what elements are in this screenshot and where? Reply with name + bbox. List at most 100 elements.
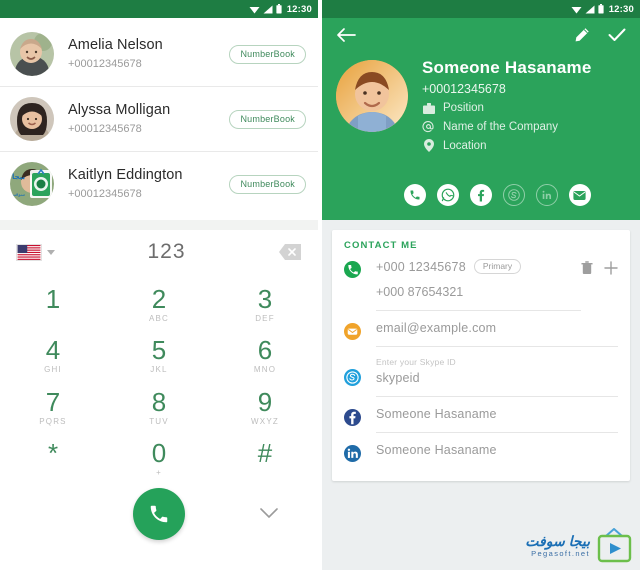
phone-field-actions	[581, 259, 618, 275]
key-1[interactable]: 1	[0, 278, 106, 330]
battery-icon	[276, 4, 282, 14]
field-facebook: Someone Hasaname	[344, 407, 618, 433]
call-icon	[150, 505, 168, 523]
field-linkedin: Someone Hasaname	[344, 443, 618, 467]
whatsapp-icon	[441, 188, 454, 202]
signal-icon	[585, 5, 595, 13]
phone-value-primary[interactable]: +000 12345678	[376, 260, 466, 274]
dial-input[interactable]: 123	[55, 240, 278, 264]
dial-keypad: 1 2 ABC 3 DEF 4 GHI 5 JKL 6 MNO 7 PQRS 8 TUV 9W…	[0, 274, 318, 484]
meta-location: Location	[422, 139, 592, 152]
status-time-left: 12:30	[286, 3, 312, 15]
numberbook-badge[interactable]: NumberBook	[229, 44, 306, 64]
field-email: email@example.com	[344, 321, 618, 347]
key-7[interactable]: 7 PQRS	[0, 381, 106, 433]
card-title: CONTACT ME	[344, 240, 418, 251]
key-digit: *	[47, 438, 59, 469]
skype-value[interactable]: skypeid	[376, 371, 618, 385]
key-letters: MNO	[253, 365, 277, 375]
avatar-watermark-overlay: بيجا سوفت	[10, 162, 54, 206]
status-badge: Primary	[473, 259, 522, 274]
numberbook-badge[interactable]: NumberBook	[229, 174, 306, 194]
skype-icon	[344, 369, 361, 386]
field-underline	[376, 432, 618, 433]
key-digit: 5	[151, 335, 167, 366]
social-whatsapp-button[interactable]	[436, 184, 459, 206]
contact-list: Amelia Nelson +00012345678 NumberBook Al…	[0, 18, 318, 220]
key-9[interactable]: 9 WXYZ	[212, 381, 318, 433]
us-flag-icon	[16, 243, 42, 261]
phone-icon	[344, 261, 361, 278]
email-value[interactable]: email@example.com	[376, 321, 618, 335]
key-6[interactable]: 6 MNO	[212, 330, 318, 382]
svg-text:بيجا: بيجا	[12, 173, 26, 181]
contact-card-area: CONTACT ME +000 12345678 Primary +000 87…	[322, 220, 640, 570]
linkedin-field-icon-wrap	[344, 443, 366, 467]
facebook-field-icon-wrap	[344, 407, 366, 431]
field-underline	[376, 310, 581, 311]
key-hash[interactable]: #	[212, 433, 318, 485]
trash-icon[interactable]	[581, 261, 593, 275]
meta-position-label: Position	[443, 102, 484, 114]
key-letters: +	[156, 468, 162, 478]
facebook-value[interactable]: Someone Hasaname	[376, 407, 618, 421]
social-links-row	[322, 184, 640, 206]
key-star[interactable]: *	[0, 433, 106, 485]
list-item[interactable]: بيجا سوفت Kaitlyn Eddington +00012345678…	[0, 152, 318, 216]
contact-name: Amelia Nelson	[68, 37, 163, 53]
field-phone: +000 12345678 Primary +000 87654321	[344, 259, 618, 311]
social-facebook-button[interactable]	[469, 184, 492, 206]
social-linkedin-button[interactable]	[535, 184, 558, 206]
contact-number: +00012345678	[68, 188, 142, 200]
page-title: Someone Hasaname	[422, 58, 592, 77]
contact-name: Alyssa Molligan	[68, 102, 171, 118]
briefcase-icon	[422, 102, 435, 114]
key-digit: 9	[257, 386, 273, 417]
contact-me-card: CONTACT ME +000 12345678 Primary +000 87…	[332, 230, 630, 481]
at-icon	[422, 120, 435, 133]
backspace-icon[interactable]	[278, 243, 302, 261]
key-8[interactable]: 8 TUV	[106, 381, 212, 433]
arrow-back-icon[interactable]	[336, 27, 356, 43]
collapse-keypad-button[interactable]	[260, 508, 278, 519]
profile-phone: +00012345678	[422, 82, 506, 96]
phone-value-secondary[interactable]: +000 87654321	[376, 285, 581, 299]
linkedin-value[interactable]: Someone Hasaname	[376, 443, 618, 457]
meta-company-label: Name of the Company	[443, 120, 559, 133]
social-phone-button[interactable]	[403, 184, 426, 206]
key-digit: 6	[257, 335, 273, 366]
avatar[interactable]	[336, 60, 408, 132]
key-4[interactable]: 4 GHI	[0, 330, 106, 382]
key-letters: PQRS	[39, 416, 67, 426]
avatar	[10, 32, 54, 76]
key-letters: JKL	[150, 365, 168, 375]
phone-field-icon-wrap	[344, 259, 366, 283]
key-digit: 3	[257, 283, 273, 314]
key-2[interactable]: 2 ABC	[106, 278, 212, 330]
call-button[interactable]	[133, 488, 185, 540]
tv-play-icon	[597, 528, 632, 563]
key-5[interactable]: 5 JKL	[106, 330, 212, 382]
key-0[interactable]: 0 +	[106, 433, 212, 485]
pencil-icon[interactable]	[574, 27, 590, 43]
dial-display: 123	[0, 230, 318, 274]
dialer-action-bar	[0, 484, 318, 570]
plus-icon[interactable]	[604, 261, 618, 275]
social-skype-button[interactable]	[502, 184, 525, 206]
list-item[interactable]: Alyssa Molligan +00012345678 NumberBook	[0, 87, 318, 151]
list-item[interactable]: Amelia Nelson +00012345678 NumberBook	[0, 22, 318, 86]
numberbook-badge[interactable]: NumberBook	[229, 109, 306, 129]
country-selector[interactable]	[16, 243, 55, 261]
linkedin-icon	[542, 190, 551, 199]
key-digit: 4	[45, 335, 61, 366]
key-3[interactable]: 3 DEF	[212, 278, 318, 330]
email-icon	[344, 323, 361, 340]
check-icon[interactable]	[608, 28, 626, 42]
watermark-text: بيجا سوفت Pegasoft.net	[525, 533, 590, 559]
email-field-body: email@example.com	[366, 321, 618, 347]
linkedin-field-body: Someone Hasaname	[366, 443, 618, 457]
email-field-icon-wrap	[344, 321, 366, 345]
key-digit: 0	[151, 438, 167, 469]
social-email-button[interactable]	[568, 184, 591, 206]
phone-icon	[410, 190, 419, 200]
